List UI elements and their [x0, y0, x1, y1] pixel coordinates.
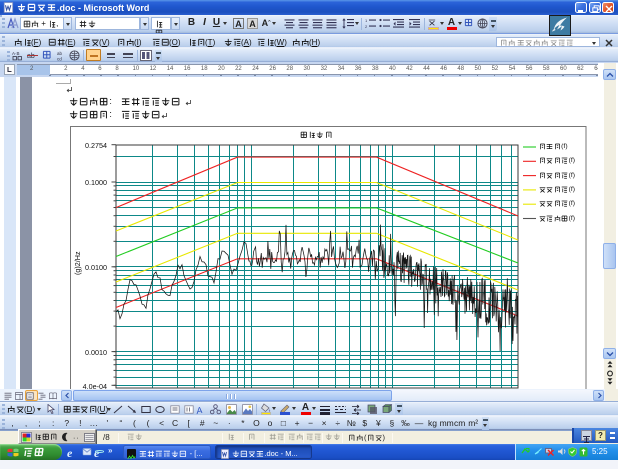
svg-text:A: A	[196, 405, 203, 415]
svg-text:cd: cd	[57, 57, 62, 62]
svg-text:ab: ab	[57, 51, 63, 56]
svg-text:2: 2	[365, 24, 368, 29]
svg-text:1: 1	[365, 18, 368, 23]
svg-text:ab: ab	[27, 53, 35, 60]
svg-text:A·B: A·B	[12, 51, 20, 56]
